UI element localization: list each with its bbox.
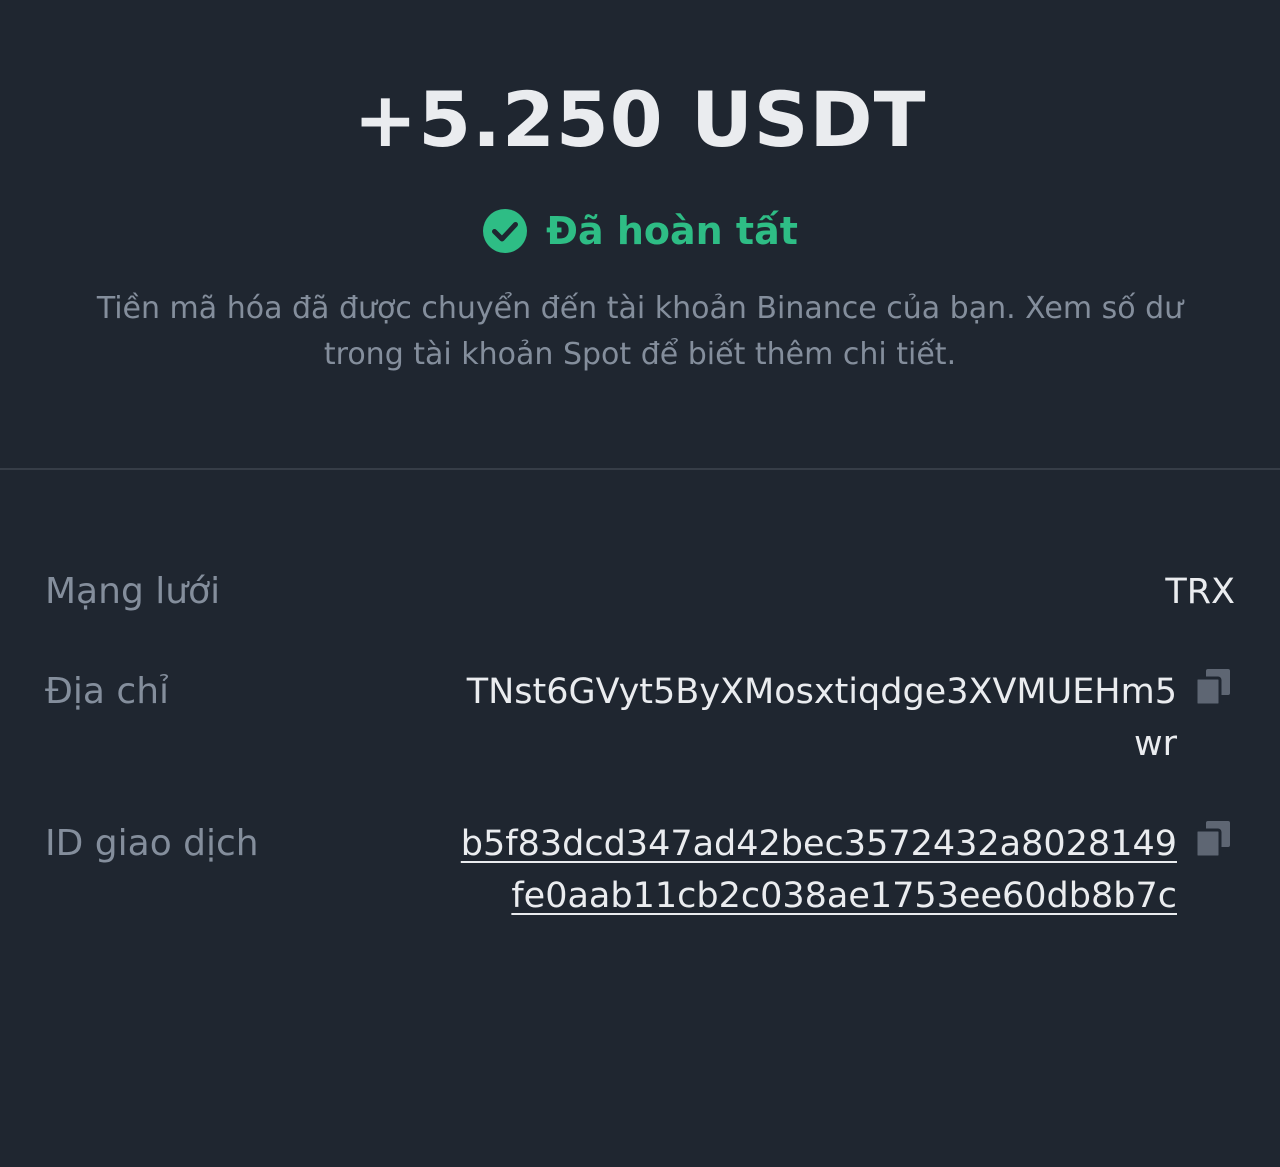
address-label: Địa chỉ [45,671,170,712]
status-badge: Đã hoàn tất [0,202,1280,260]
copy-icon[interactable] [1196,821,1230,857]
deposit-amount: +5.250 USDT [353,75,927,164]
network-value: TRX [1165,572,1235,612]
section-divider [0,468,1280,470]
status-description: Tiền mã hóa đã được chuyển đến tài khoản… [96,291,1184,372]
status-label: Đã hoàn tất [546,209,798,253]
txid-link[interactable]: b5f83dcd347ad42bec3572432a8028149fe0aab1… [457,818,1177,922]
check-circle-icon [483,209,528,253]
copy-icon[interactable] [1196,669,1230,705]
txid-label: ID giao dịch [45,823,259,864]
address-value: TNst6GVyt5ByXMosxtiqdge3XVMUEHm5wr [466,672,1177,764]
network-label: Mạng lưới [45,571,221,612]
deposit-summary: +5.250 USDT Đã hoàn tất Tiền mã hóa đã đ… [0,0,1280,470]
